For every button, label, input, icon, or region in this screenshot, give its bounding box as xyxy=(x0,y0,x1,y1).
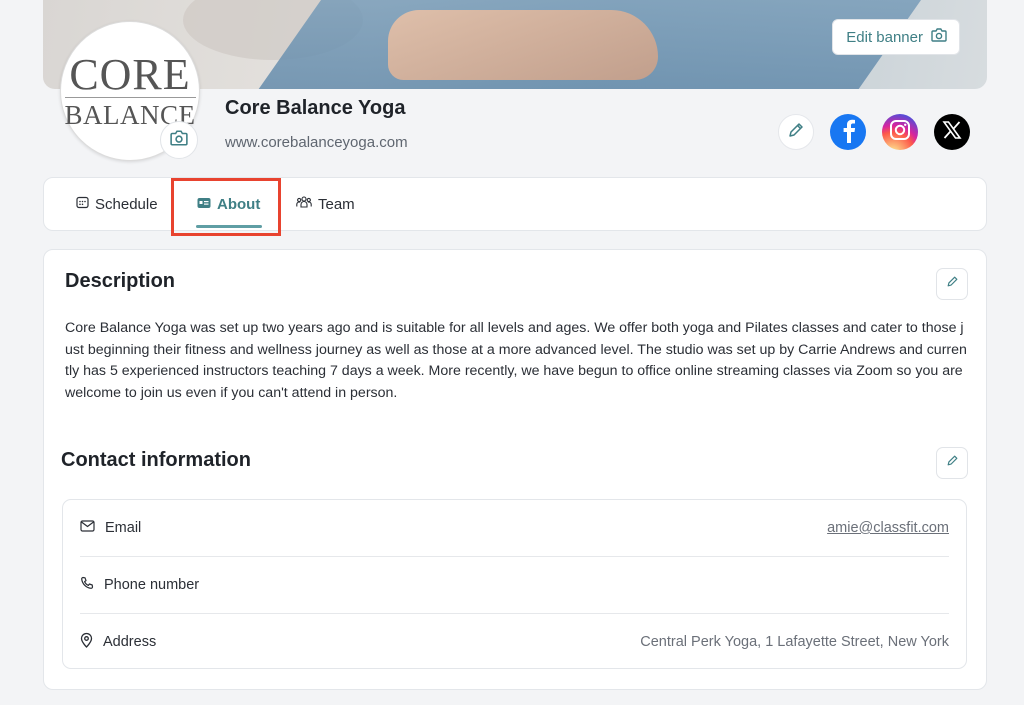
calendar-icon xyxy=(76,196,89,213)
change-logo-button[interactable] xyxy=(160,121,198,159)
email-label: Email xyxy=(105,520,142,536)
studio-name: Core Balance Yoga xyxy=(225,97,406,119)
x-link[interactable] xyxy=(934,114,970,150)
phone-label: Phone number xyxy=(104,577,200,593)
address-value: Central Perk Yoga, 1 Lafayette Street, N… xyxy=(640,634,949,650)
contact-title: Contact information xyxy=(61,449,251,471)
edit-socials-button[interactable] xyxy=(778,114,814,150)
tab-team-label: Team xyxy=(318,195,355,213)
team-icon xyxy=(296,195,312,213)
address-label: Address xyxy=(103,634,157,650)
x-icon xyxy=(942,120,962,145)
phone-icon xyxy=(80,576,94,594)
instagram-link[interactable] xyxy=(882,114,918,150)
map-pin-icon xyxy=(80,632,93,652)
tab-schedule[interactable]: Schedule xyxy=(76,178,158,230)
social-links xyxy=(778,114,970,150)
description-text: Core Balance Yoga was set up two years a… xyxy=(65,320,967,401)
camera-icon xyxy=(170,129,188,151)
description-title: Description xyxy=(65,270,176,292)
tab-schedule-label: Schedule xyxy=(95,195,158,213)
facebook-link[interactable] xyxy=(830,114,866,150)
facebook-icon xyxy=(838,117,858,148)
tab-team[interactable]: Team xyxy=(296,178,355,230)
pencil-icon xyxy=(787,121,805,144)
contact-details: Email amie@classfit.com Phone number Add… xyxy=(62,499,967,669)
contact-row-email: Email amie@classfit.com xyxy=(80,500,949,556)
edit-banner-button[interactable]: Edit banner xyxy=(832,19,960,55)
studio-url[interactable]: www.corebalanceyoga.com xyxy=(225,134,408,151)
instagram-icon xyxy=(889,119,911,146)
pencil-icon xyxy=(946,454,959,472)
email-value[interactable]: amie@classfit.com xyxy=(827,520,949,536)
edit-banner-label: Edit banner xyxy=(846,28,923,46)
pencil-icon xyxy=(946,275,959,293)
camera-icon xyxy=(931,28,947,46)
contact-row-phone: Phone number xyxy=(80,557,949,613)
about-card: Description Core Balance Yoga was set up… xyxy=(43,249,987,690)
edit-description-button[interactable] xyxy=(936,268,968,300)
edit-contact-button[interactable] xyxy=(936,447,968,479)
highlight-box xyxy=(171,178,281,236)
mail-icon xyxy=(80,520,95,536)
logo-line-1: CORE xyxy=(69,49,191,99)
contact-row-address: Address Central Perk Yoga, 1 Lafayette S… xyxy=(80,614,949,670)
